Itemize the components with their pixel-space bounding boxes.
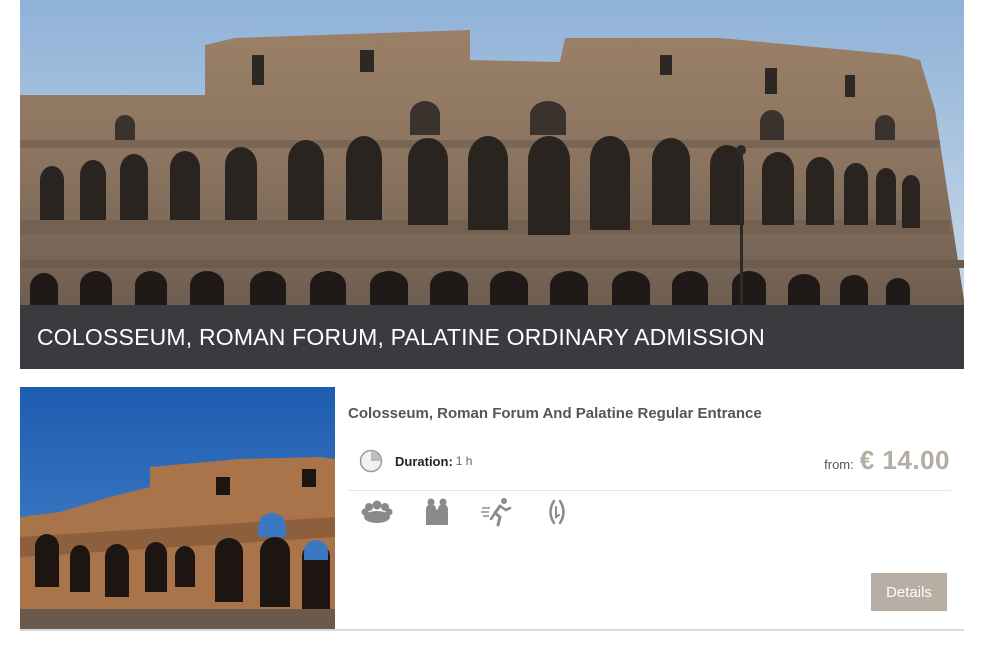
duration-value: 1 h bbox=[455, 454, 473, 468]
hero-banner: COLOSSEUM, ROMAN FORUM, PALATINE ORDINAR… bbox=[20, 0, 964, 369]
clock-icon bbox=[359, 449, 383, 473]
feature-icons bbox=[360, 495, 600, 529]
price: from: € 14.00 bbox=[824, 445, 950, 476]
family-icon bbox=[426, 498, 448, 525]
fast-entry-icon bbox=[481, 498, 512, 527]
audio-guide-icon bbox=[549, 499, 565, 525]
duration: Duration: 1 h bbox=[359, 449, 472, 473]
tour-card-body: Colosseum, Roman Forum And Palatine Regu… bbox=[335, 387, 964, 629]
details-button[interactable]: Details bbox=[871, 573, 947, 611]
divider bbox=[348, 490, 951, 491]
tour-thumbnail-image bbox=[20, 387, 335, 629]
group-icon bbox=[361, 500, 393, 523]
hero-image bbox=[20, 0, 964, 305]
price-value: € 14.00 bbox=[859, 445, 950, 475]
duration-label: Duration: bbox=[395, 453, 453, 469]
hero-title: COLOSSEUM, ROMAN FORUM, PALATINE ORDINAR… bbox=[37, 323, 765, 350]
tour-thumbnail[interactable] bbox=[20, 387, 335, 629]
tour-card: Colosseum, Roman Forum And Palatine Regu… bbox=[20, 387, 964, 631]
hero-title-bar: COLOSSEUM, ROMAN FORUM, PALATINE ORDINAR… bbox=[20, 305, 964, 369]
tour-name[interactable]: Colosseum, Roman Forum And Palatine Regu… bbox=[348, 405, 762, 422]
price-from-label: from: bbox=[824, 457, 854, 472]
